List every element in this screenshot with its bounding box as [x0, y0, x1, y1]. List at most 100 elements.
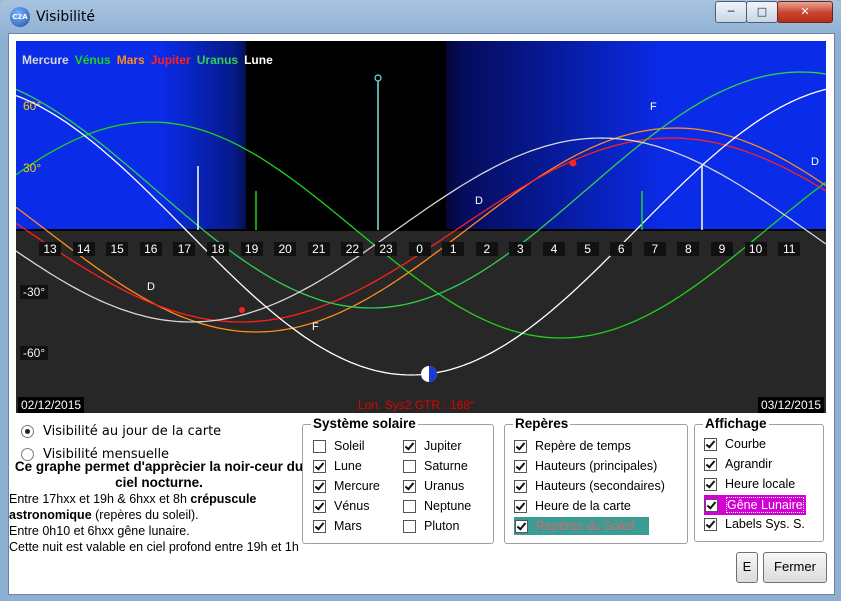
checkbox-pluton[interactable]: Pluton — [403, 519, 459, 533]
jupiter-current-position — [569, 159, 577, 167]
night-band — [246, 41, 446, 230]
checkbox-soleil-label: Soleil — [334, 439, 365, 453]
group-affichage-title: Affichage — [703, 416, 769, 431]
legend-venus: Vénus — [74, 53, 111, 67]
checkbox-jupiter-box[interactable] — [403, 439, 416, 453]
checkbox-heure-de-la-carte[interactable]: Heure de la carte — [514, 499, 631, 513]
checkbox-heure-locale-label: Heure locale — [725, 477, 796, 491]
checkbox-saturne-label: Saturne — [424, 459, 468, 473]
checkbox-gene-lunaire-label: Gêne Lunaire — [726, 497, 804, 513]
checkbox-mercure[interactable]: Mercure — [313, 479, 380, 493]
legend-mercure: Mercure — [22, 53, 69, 67]
app-icon: C2A — [10, 7, 30, 27]
checkbox-mars[interactable]: Mars — [313, 519, 362, 533]
checkbox-mercure-label: Mercure — [334, 479, 380, 493]
hour-label-5: 5 — [576, 242, 599, 256]
legend-lune: Lune — [244, 53, 273, 67]
hour-label-4: 4 — [543, 242, 565, 256]
checkbox-agrandir-box[interactable] — [704, 457, 717, 471]
checkbox-courbe-box[interactable] — [704, 437, 717, 451]
checkbox-neptune-box[interactable] — [403, 499, 416, 513]
e-button[interactable]: E — [736, 552, 758, 583]
curve-mark-f-2: F — [312, 321, 319, 333]
checkbox-lune[interactable]: Lune — [313, 459, 362, 473]
checkbox-venus[interactable]: Vénus — [313, 499, 369, 513]
hour-label-7: 7 — [643, 242, 666, 256]
checkbox-jupiter[interactable]: Jupiter — [403, 439, 462, 453]
checkbox-uranus[interactable]: Uranus — [403, 479, 464, 493]
radio-visibility-day-label: Visibilité au jour de la carte — [43, 424, 222, 439]
chart-canvas — [16, 41, 826, 413]
checkbox-repere-de-temps[interactable]: Repère de temps — [514, 439, 631, 453]
checkbox-mars-box[interactable] — [313, 519, 326, 533]
minimize-icon: ─ — [727, 5, 735, 18]
checkbox-reperes-du-soleil-box[interactable] — [515, 519, 528, 533]
checkbox-saturne-box[interactable] — [403, 459, 416, 473]
radio-visibility-day[interactable]: Visibilité au jour de la carte — [21, 424, 221, 439]
longitude-readout: Lon. Sys2 GTR : 168° — [358, 398, 475, 412]
group-solar-system: Système solaire Soleil Lune Mercure Vénus Ma… — [302, 416, 494, 544]
checkbox-uranus-box[interactable] — [403, 479, 416, 493]
checkbox-soleil[interactable]: Soleil — [313, 439, 365, 453]
checkbox-courbe[interactable]: Courbe — [704, 437, 766, 451]
legend-mars: Mars — [116, 53, 145, 67]
minimize-button[interactable]: ─ — [715, 1, 747, 23]
checkbox-agrandir-label: Agrandir — [725, 457, 773, 471]
checkbox-hauteurs-principales-box[interactable] — [514, 459, 527, 473]
window-frame: C2A Visibilité ─ □ ✕ Mercure Vénus Mars … — [0, 0, 841, 601]
checkbox-neptune[interactable]: Neptune — [403, 499, 471, 513]
legend: Mercure Vénus Mars Jupiter Uranus Lune — [22, 53, 279, 67]
checkbox-mercure-box[interactable] — [313, 479, 326, 493]
y-label-minus-30: -30° — [20, 285, 49, 299]
checkbox-pluton-box[interactable] — [403, 519, 416, 533]
checkbox-heure-de-la-carte-label: Heure de la carte — [535, 499, 631, 513]
title-bar[interactable]: C2A Visibilité ─ □ ✕ — [0, 0, 841, 34]
y-label-minus-60: -60° — [20, 346, 49, 360]
checkbox-gene-lunaire[interactable]: Gêne Lunaire — [704, 495, 806, 515]
checkbox-neptune-label: Neptune — [424, 499, 472, 513]
fermer-button[interactable]: Fermer — [763, 552, 827, 583]
checkbox-reperes-du-soleil-label: Repères du Soleil — [536, 519, 635, 533]
curve-mark-d-2: D — [811, 156, 819, 168]
info-line-1-post: (repères du soleil). — [91, 508, 199, 522]
hour-label-18: 18 — [207, 242, 229, 256]
hour-label-9: 9 — [711, 242, 733, 256]
group-affichage: Affichage Courbe Agrandir Heure locale Gêne… — [694, 416, 824, 542]
checkbox-jupiter-label: Jupiter — [424, 439, 462, 453]
checkbox-labels-sys-s[interactable]: Labels Sys. S. — [704, 517, 805, 531]
hour-label-20: 20 — [274, 242, 297, 256]
checkbox-agrandir[interactable]: Agrandir — [704, 457, 772, 471]
radio-visibility-day-circle[interactable] — [21, 425, 34, 438]
checkbox-hauteurs-secondaires[interactable]: Hauteurs (secondaires) — [514, 479, 665, 493]
date-right: 03/12/2015 — [757, 397, 824, 413]
checkbox-heure-locale[interactable]: Heure locale — [704, 477, 795, 491]
checkbox-hauteurs-secondaires-box[interactable] — [514, 479, 527, 493]
checkbox-uranus-label: Uranus — [424, 479, 465, 493]
hour-label-13: 13 — [39, 242, 61, 256]
close-button[interactable]: ✕ — [777, 1, 833, 23]
checkbox-heure-de-la-carte-box[interactable] — [514, 499, 527, 513]
checkbox-gene-lunaire-box[interactable] — [705, 498, 718, 512]
checkbox-lune-box[interactable] — [313, 459, 326, 473]
visibility-chart: Mercure Vénus Mars Jupiter Uranus Lune 60° 30… — [16, 41, 826, 413]
checkbox-mars-label: Mars — [334, 519, 362, 533]
maximize-button[interactable]: □ — [746, 1, 778, 23]
checkbox-heure-locale-box[interactable] — [704, 477, 717, 491]
curve-mark-f-1: F — [650, 101, 657, 113]
checkbox-soleil-box[interactable] — [313, 439, 326, 453]
checkbox-hauteurs-principales[interactable]: Hauteurs (principales) — [514, 459, 657, 473]
hour-label-3: 3 — [509, 242, 532, 256]
hour-label-14: 14 — [72, 242, 95, 256]
checkbox-saturne[interactable]: Saturne — [403, 459, 468, 473]
hour-label-16: 16 — [139, 242, 162, 256]
hour-label-10: 10 — [744, 242, 767, 256]
hour-label-19: 19 — [240, 242, 263, 256]
info-title: Ce graphe permet d'apprècier la noir-ceu… — [14, 459, 304, 490]
checkbox-repere-de-temps-box[interactable] — [514, 439, 527, 453]
checkbox-venus-box[interactable] — [313, 499, 326, 513]
checkbox-pluton-label: Pluton — [424, 519, 460, 533]
checkbox-reperes-du-soleil[interactable]: Repères du Soleil — [514, 517, 649, 535]
checkbox-courbe-label: Courbe — [725, 437, 766, 451]
dialog-client: Mercure Vénus Mars Jupiter Uranus Lune 60° 30… — [8, 33, 835, 595]
checkbox-labels-sys-s-box[interactable] — [704, 517, 717, 531]
